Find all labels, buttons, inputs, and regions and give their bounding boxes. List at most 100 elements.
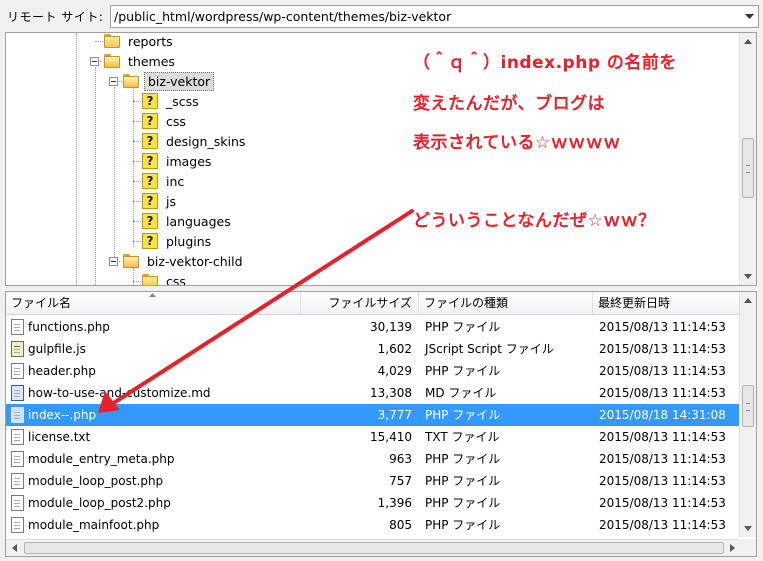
file-row[interactable]: functions.php 30,139 PHP ファイル 2015/08/13…: [6, 316, 741, 338]
tree-item-biz-vektor-child[interactable]: biz-vektor-child: [123, 251, 246, 271]
file-row-selected[interactable]: index--.php 3,777 PHP ファイル 2015/08/18 14…: [6, 404, 741, 426]
folder-icon: [104, 34, 120, 48]
tree-item-css[interactable]: ? css: [142, 111, 189, 131]
tree-scroll-thumb[interactable]: [742, 138, 754, 198]
tree-item-scss[interactable]: ? _scss: [142, 91, 202, 111]
tree-item-themes[interactable]: themes: [104, 51, 178, 71]
file-name: module_loop_post2.php: [28, 496, 171, 510]
question-folder-icon: ?: [142, 233, 158, 249]
file-type: PHP ファイル: [425, 364, 501, 378]
php-file-icon: [11, 319, 24, 335]
file-row[interactable]: module_loop_post.php 757 PHP ファイル 2015/0…: [6, 470, 741, 492]
tree-guide-line: [133, 281, 141, 282]
tree-item-plugins[interactable]: ? plugins: [142, 231, 214, 251]
tree-guide-line: [133, 241, 141, 242]
remote-path-combobox[interactable]: /public_html/wordpress/wp-content/themes…: [110, 5, 759, 28]
tree-guide-line: [133, 87, 134, 247]
tree-item-languages[interactable]: ? languages: [142, 211, 234, 231]
question-folder-icon: ?: [142, 153, 158, 169]
file-size: 30,139: [370, 320, 412, 334]
collapse-toggle-icon[interactable]: [90, 57, 99, 66]
file-type: PHP ファイル: [425, 496, 501, 510]
horizontal-scroll-thumb[interactable]: [24, 542, 724, 554]
tree-vertical-scrollbar[interactable]: [739, 33, 756, 285]
file-size: 1,602: [377, 342, 412, 356]
file-type: PHP ファイル: [425, 320, 501, 334]
sort-ascending-icon: [149, 293, 156, 297]
file-row[interactable]: gulpfile.js 1,602 JScript Script ファイル 20…: [6, 338, 741, 360]
question-folder-icon: ?: [142, 173, 158, 189]
file-row[interactable]: module_entry_meta.php 963 PHP ファイル 2015/…: [6, 448, 741, 470]
tree-guide-line: [95, 41, 103, 42]
php-file-icon: [11, 495, 24, 511]
file-name: module_mainfoot.php: [28, 518, 160, 532]
file-modified: 2015/08/13 11:14:53: [599, 452, 726, 466]
dropdown-arrow-icon[interactable]: [741, 6, 758, 27]
remote-file-list[interactable]: ファイル名 ファイルサイズ ファイルの種類 最終更新日時 functions.p…: [5, 291, 757, 557]
tree-item-label: _scss: [166, 93, 199, 109]
file-list-scroll-thumb[interactable]: [742, 385, 754, 428]
collapse-toggle-icon[interactable]: [109, 257, 118, 266]
file-name: how-to-use-and-customize.md: [28, 386, 211, 400]
annotation-line-1: （＾ｑ＾）index.php の名前を: [413, 53, 677, 73]
md-file-icon: [11, 385, 24, 401]
annotation-line-4: どういうことなんだぜ☆ｗｗ？: [413, 211, 656, 231]
tree-item-biz-vektor[interactable]: biz-vektor: [123, 71, 215, 91]
file-row[interactable]: how-to-use-and-customize.md 13,308 MD ファ…: [6, 382, 741, 404]
file-row[interactable]: license.txt 15,410 TXT ファイル 2015/08/13 1…: [6, 426, 741, 448]
file-modified: 2015/08/13 11:14:53: [599, 364, 726, 378]
question-folder-icon: ?: [142, 213, 158, 229]
scroll-down-icon[interactable]: [740, 268, 756, 285]
tree-item-label: biz-vektor-child: [147, 253, 243, 269]
tree-item-reports[interactable]: reports: [104, 33, 176, 51]
file-type: PHP ファイル: [425, 408, 501, 422]
php-file-icon: [11, 473, 24, 489]
file-row[interactable]: module_loop_post2.php 1,396 PHP ファイル 201…: [6, 492, 741, 514]
column-header-name[interactable]: ファイル名: [6, 292, 301, 315]
file-size: 757: [389, 474, 412, 488]
column-header-type[interactable]: ファイルの種類: [419, 292, 593, 315]
php-file-icon: [11, 363, 24, 379]
tree-item-label: inc: [166, 173, 185, 189]
remote-path-value[interactable]: /public_html/wordpress/wp-content/themes…: [114, 9, 451, 24]
tree-item-design-skins[interactable]: ? design_skins: [142, 131, 248, 151]
tree-guide-line: [114, 87, 115, 257]
tree-item-inc[interactable]: ? inc: [142, 171, 187, 191]
tree-item-label: biz-vektor: [144, 71, 215, 91]
scroll-up-icon[interactable]: [740, 33, 756, 50]
file-list-horizontal-scrollbar[interactable]: [6, 539, 741, 556]
file-size: 3,777: [377, 408, 412, 422]
tree-item-images[interactable]: ? images: [142, 151, 214, 171]
file-modified: 2015/08/13 11:14:53: [599, 342, 726, 356]
php-file-icon: [11, 407, 24, 423]
tree-item-child-css[interactable]: css: [142, 271, 189, 285]
scroll-up-icon[interactable]: [740, 292, 756, 309]
file-name: index--.php: [28, 408, 97, 422]
file-size: 4,029: [377, 364, 412, 378]
tree-guide-line: [133, 121, 141, 122]
file-name: module_loop_post.php: [28, 474, 164, 488]
collapse-toggle-icon[interactable]: [109, 77, 118, 86]
file-list-vertical-scrollbar[interactable]: [739, 292, 756, 537]
file-modified: 2015/08/13 11:14:53: [599, 518, 726, 532]
file-modified: 2015/08/13 11:14:53: [599, 474, 726, 488]
file-row[interactable]: module_mainfoot.php 805 PHP ファイル 2015/08…: [6, 514, 741, 536]
tree-item-js[interactable]: ? js: [142, 191, 179, 211]
file-size: 1,396: [377, 496, 412, 510]
tree-item-label: css: [166, 113, 186, 129]
scroll-left-icon[interactable]: [6, 540, 23, 556]
file-size: 963: [389, 452, 412, 466]
file-size: 15,410: [370, 430, 412, 444]
annotation-line-2: 変えたんだが、ブログは: [413, 94, 606, 114]
column-header-name-label: ファイル名: [11, 296, 72, 310]
file-size: 805: [389, 518, 412, 532]
column-header-modified[interactable]: 最終更新日時: [593, 292, 741, 315]
column-header-modified-label: 最終更新日時: [598, 296, 671, 310]
file-row[interactable]: header.php 4,029 PHP ファイル 2015/08/13 11:…: [6, 360, 741, 382]
scroll-down-icon[interactable]: [740, 520, 756, 537]
tree-guide-line: [76, 33, 77, 285]
column-header-size[interactable]: ファイルサイズ: [301, 292, 419, 315]
php-file-icon: [11, 451, 24, 467]
file-name: functions.php: [28, 320, 110, 334]
file-name: header.php: [28, 364, 96, 378]
